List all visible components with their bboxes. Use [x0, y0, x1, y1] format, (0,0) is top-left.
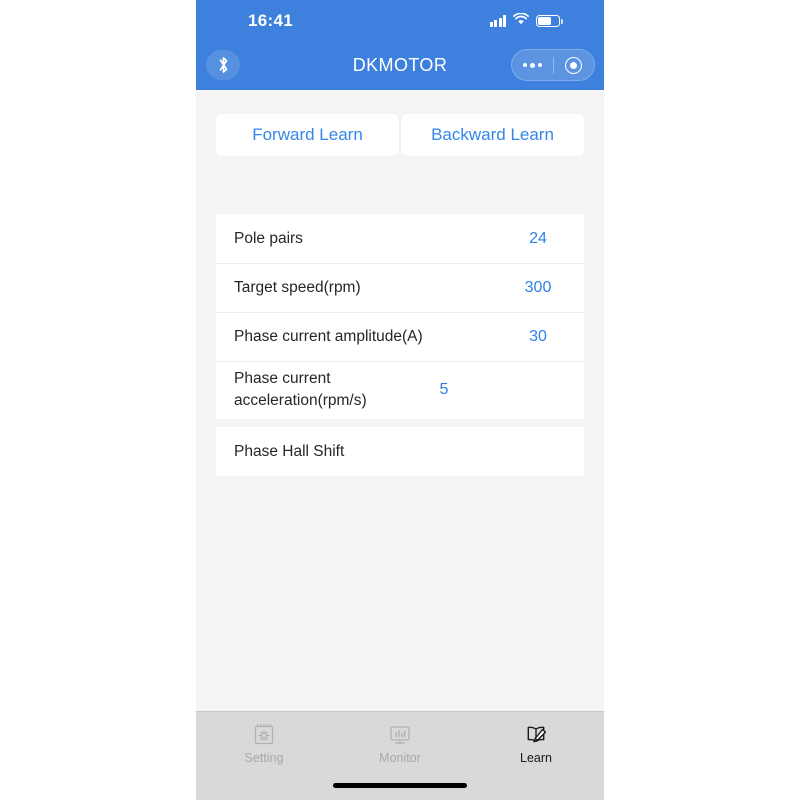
battery-icon — [536, 15, 563, 27]
wifi-icon — [513, 12, 529, 30]
row-value[interactable]: 24 — [510, 230, 566, 248]
settings-gear-note-icon — [251, 722, 277, 748]
status-bar: 16:41 — [196, 0, 604, 42]
row-label: Phase current amplitude(A) — [234, 327, 423, 345]
tab-label: Setting — [244, 750, 284, 765]
tab-setting[interactable]: Setting — [196, 712, 332, 770]
hall-shift-card: Phase Hall Shift — [216, 427, 584, 476]
settings-card: Pole pairs 24 Target speed(rpm) 300 Phas… — [216, 214, 584, 419]
tab-label: Learn — [520, 750, 552, 765]
tab-bar: Setting Monitor Learn — [196, 711, 604, 800]
status-icons — [489, 12, 563, 30]
row-value[interactable]: 300 — [510, 279, 566, 297]
row-label: Phase Hall Shift — [234, 442, 345, 460]
row-label: Target speed(rpm) — [234, 278, 361, 296]
status-time: 16:41 — [248, 11, 293, 30]
row-label: Phase current acceleration(rpm/s) — [234, 370, 367, 409]
more-dots-icon[interactable] — [512, 50, 553, 80]
tab-monitor[interactable]: Monitor — [332, 712, 468, 770]
row-value[interactable]: 5 — [416, 381, 472, 399]
forward-learn-button[interactable]: Forward Learn — [216, 114, 399, 156]
table-row[interactable]: Target speed(rpm) 300 — [216, 263, 584, 312]
table-row[interactable]: Phase current acceleration(rpm/s) 5 — [216, 361, 584, 419]
table-row[interactable]: Phase Hall Shift — [216, 427, 584, 476]
monitor-chart-icon — [387, 722, 413, 748]
nav-bar: DKMOTOR — [196, 42, 604, 90]
target-circle-icon[interactable] — [554, 50, 595, 80]
backward-learn-button[interactable]: Backward Learn — [401, 114, 584, 156]
table-row[interactable]: Phase current amplitude(A) 30 — [216, 312, 584, 361]
table-row[interactable]: Pole pairs 24 — [216, 214, 584, 263]
tab-learn[interactable]: Learn — [468, 712, 604, 770]
miniprogram-capsule — [511, 49, 595, 81]
learn-buttons: Forward Learn Backward Learn — [216, 114, 584, 156]
book-pen-icon — [523, 722, 549, 748]
cellular-signal-icon — [489, 15, 506, 27]
phone-screen: 16:41 DKMOTOR Forward Learn Backward Lea… — [196, 0, 604, 800]
home-indicator — [333, 783, 467, 788]
tab-label: Monitor — [379, 750, 421, 765]
row-label: Pole pairs — [234, 229, 303, 247]
row-value[interactable]: 30 — [510, 328, 566, 346]
